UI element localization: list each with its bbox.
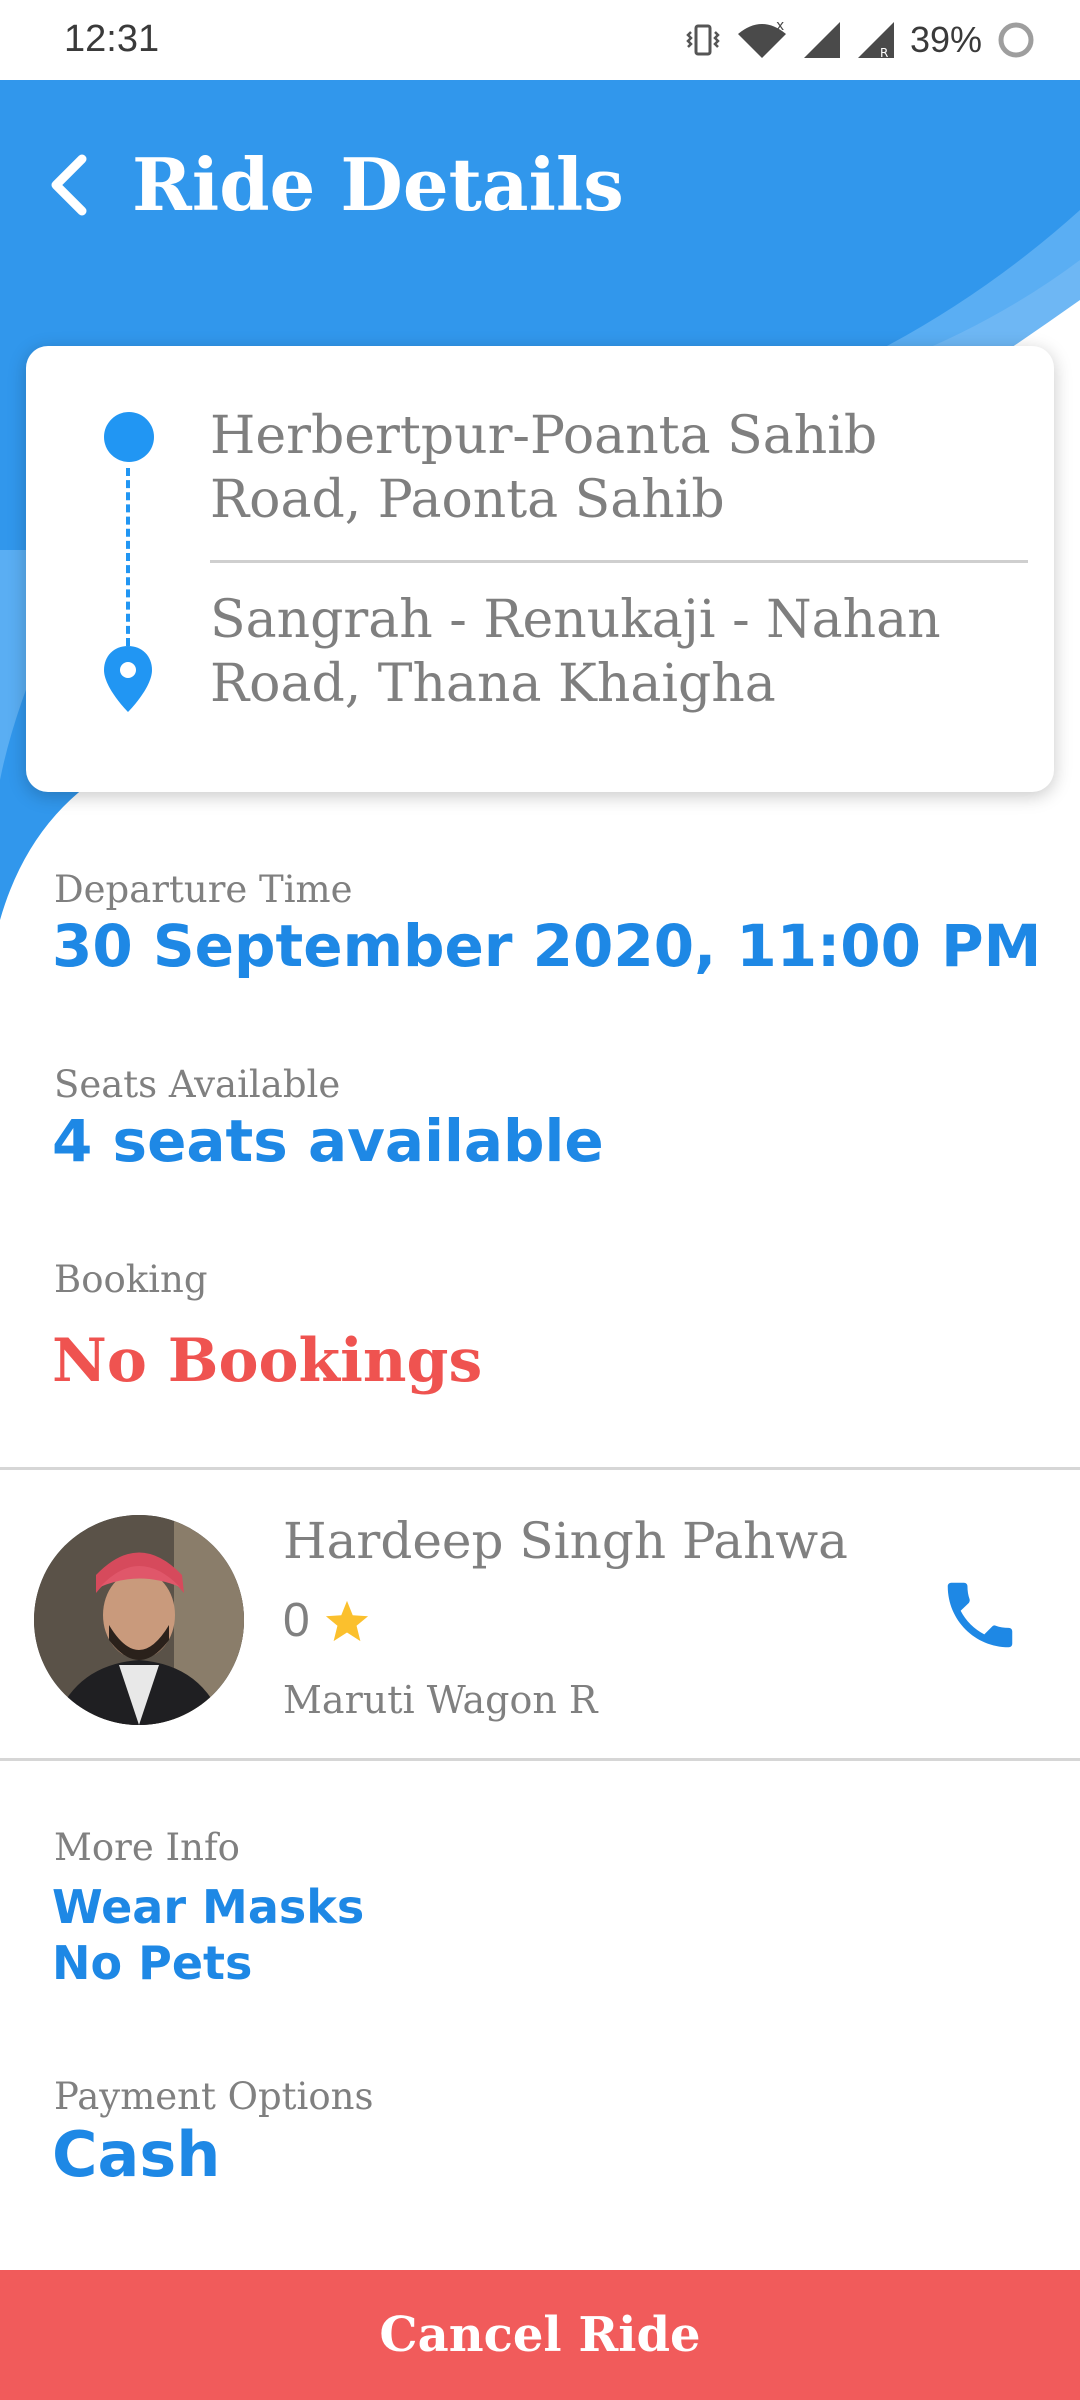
departure-value: 30 September 2020, 11:00 PM xyxy=(52,912,1042,980)
origin-address: Herbertpur-Poanta Sahib Road, Paonta Sah… xyxy=(210,406,878,530)
driver-photo xyxy=(34,1515,244,1725)
phone-icon xyxy=(947,1582,1013,1648)
destination-address: Sangrah - Renukaji - Nahan Road, Thana K… xyxy=(210,590,941,714)
section-divider xyxy=(0,1467,1080,1470)
route-dashed-line xyxy=(126,468,130,646)
booking-label: Booking xyxy=(54,1258,208,1301)
star-icon xyxy=(325,1600,368,1641)
driver-name: Hardeep Singh Pahwa xyxy=(283,1512,848,1570)
departure-label: Departure Time xyxy=(54,868,353,911)
car-model: Maruti Wagon R xyxy=(283,1678,598,1722)
rating-value: 0 xyxy=(283,1594,310,1647)
more-info-item: No Pets xyxy=(52,1936,253,1990)
cancel-ride-label: Cancel Ride xyxy=(379,2307,701,2363)
section-divider xyxy=(0,1758,1080,1761)
driver-avatar[interactable] xyxy=(34,1515,244,1725)
route-card: Herbertpur-Poanta Sahib Road, Paonta Sah… xyxy=(26,346,1054,792)
route-divider xyxy=(210,560,1028,563)
seats-label: Seats Available xyxy=(54,1063,341,1106)
more-info-label: More Info xyxy=(54,1826,240,1869)
cancel-ride-button[interactable]: Cancel Ride xyxy=(0,2270,1080,2400)
destination-pin-icon xyxy=(104,646,152,712)
payment-value: Cash xyxy=(52,2118,221,2191)
seats-value: 4 seats available xyxy=(52,1107,604,1175)
payment-label: Payment Options xyxy=(54,2075,374,2118)
call-driver-button[interactable] xyxy=(930,1565,1030,1665)
origin-dot-icon xyxy=(104,412,154,462)
driver-rating: 0 xyxy=(283,1593,370,1648)
booking-value: No Bookings xyxy=(52,1326,483,1396)
more-info-item: Wear Masks xyxy=(52,1880,365,1934)
